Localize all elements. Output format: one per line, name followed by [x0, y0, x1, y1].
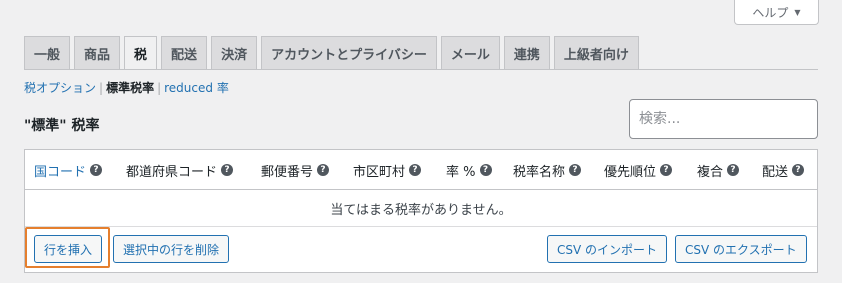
tab-products[interactable]: 商品: [74, 36, 121, 70]
help-button[interactable]: ヘルプ ▼: [734, 0, 819, 25]
import-csv-button[interactable]: CSV のインポート: [547, 235, 668, 263]
column-label: 国コード: [34, 164, 87, 180]
separator: |: [157, 80, 162, 95]
tab-integration[interactable]: 連携: [503, 36, 550, 70]
empty-message: 当てはまる税率がありません。: [25, 190, 817, 227]
settings-tabs: 一般 商品 税 配送 決済 アカウントとプライバシー メール 連携 上級者向け: [24, 36, 639, 70]
help-icon[interactable]: ?: [727, 164, 740, 176]
col-rate: 率 % ?: [446, 150, 492, 190]
help-icon[interactable]: ?: [317, 164, 330, 176]
tab-payments[interactable]: 決済: [211, 36, 258, 70]
tax-rates-table: 国コード ? 都道府県コード ? 郵便番号 ? 市区町村 ? 率 % ? 税率名…: [24, 149, 818, 273]
col-compound: 複合 ?: [697, 150, 740, 190]
link-tax-options[interactable]: 税オプション: [24, 79, 96, 96]
tab-advanced[interactable]: 上級者向け: [553, 36, 639, 70]
col-country-code[interactable]: 国コード ?: [34, 150, 103, 190]
col-tax-name: 税率名称 ?: [513, 150, 582, 190]
tab-emails[interactable]: メール: [440, 36, 500, 70]
column-label: 複合: [697, 164, 724, 180]
caret-down-icon: ▼: [794, 7, 801, 17]
delete-selected-rows-button[interactable]: 選択中の行を削除: [113, 235, 230, 263]
col-city: 市区町村 ?: [353, 150, 422, 190]
link-standard-rates[interactable]: 標準税率: [106, 79, 154, 96]
export-csv-button[interactable]: CSV のエクスポート: [675, 235, 807, 263]
column-label: 税率名称: [513, 164, 566, 180]
link-reduced-rate[interactable]: reduced 率: [164, 79, 229, 96]
column-label: 配送: [762, 164, 789, 180]
tax-subsections: 税オプション | 標準税率 | reduced 率: [24, 79, 229, 96]
search-input[interactable]: [629, 99, 818, 139]
help-icon[interactable]: ?: [479, 164, 492, 176]
help-icon[interactable]: ?: [409, 164, 422, 176]
tab-tax[interactable]: 税: [124, 36, 158, 70]
col-postcode: 郵便番号 ?: [261, 150, 330, 190]
separator: |: [99, 80, 104, 95]
insert-row-button[interactable]: 行を挿入: [34, 235, 103, 263]
section-title: "標準" 税率: [24, 118, 100, 134]
help-icon[interactable]: ?: [221, 164, 234, 176]
tabs-divider: [24, 69, 818, 70]
tab-accounts-privacy[interactable]: アカウントとプライバシー: [261, 36, 437, 70]
help-icon[interactable]: ?: [792, 164, 805, 176]
table-footer: 行を挿入 選択中の行を削除 CSV のインポート CSV のエクスポート: [25, 227, 817, 273]
tab-general[interactable]: 一般: [24, 36, 71, 70]
column-label: 市区町村: [353, 164, 406, 180]
column-label: 優先順位: [604, 164, 657, 180]
help-icon[interactable]: ?: [660, 164, 673, 176]
col-shipping: 配送 ?: [762, 150, 805, 190]
column-label: 郵便番号: [261, 164, 314, 180]
help-icon[interactable]: ?: [90, 164, 103, 176]
col-priority: 優先順位 ?: [604, 150, 673, 190]
help-label: ヘルプ: [752, 5, 789, 20]
column-label: 都道府県コード: [126, 164, 218, 180]
table-header: 国コード ? 都道府県コード ? 郵便番号 ? 市区町村 ? 率 % ? 税率名…: [25, 150, 817, 190]
col-state-code: 都道府県コード ?: [126, 150, 234, 190]
column-label: 率 %: [446, 164, 476, 180]
tab-shipping[interactable]: 配送: [161, 36, 208, 70]
help-icon[interactable]: ?: [569, 164, 582, 176]
